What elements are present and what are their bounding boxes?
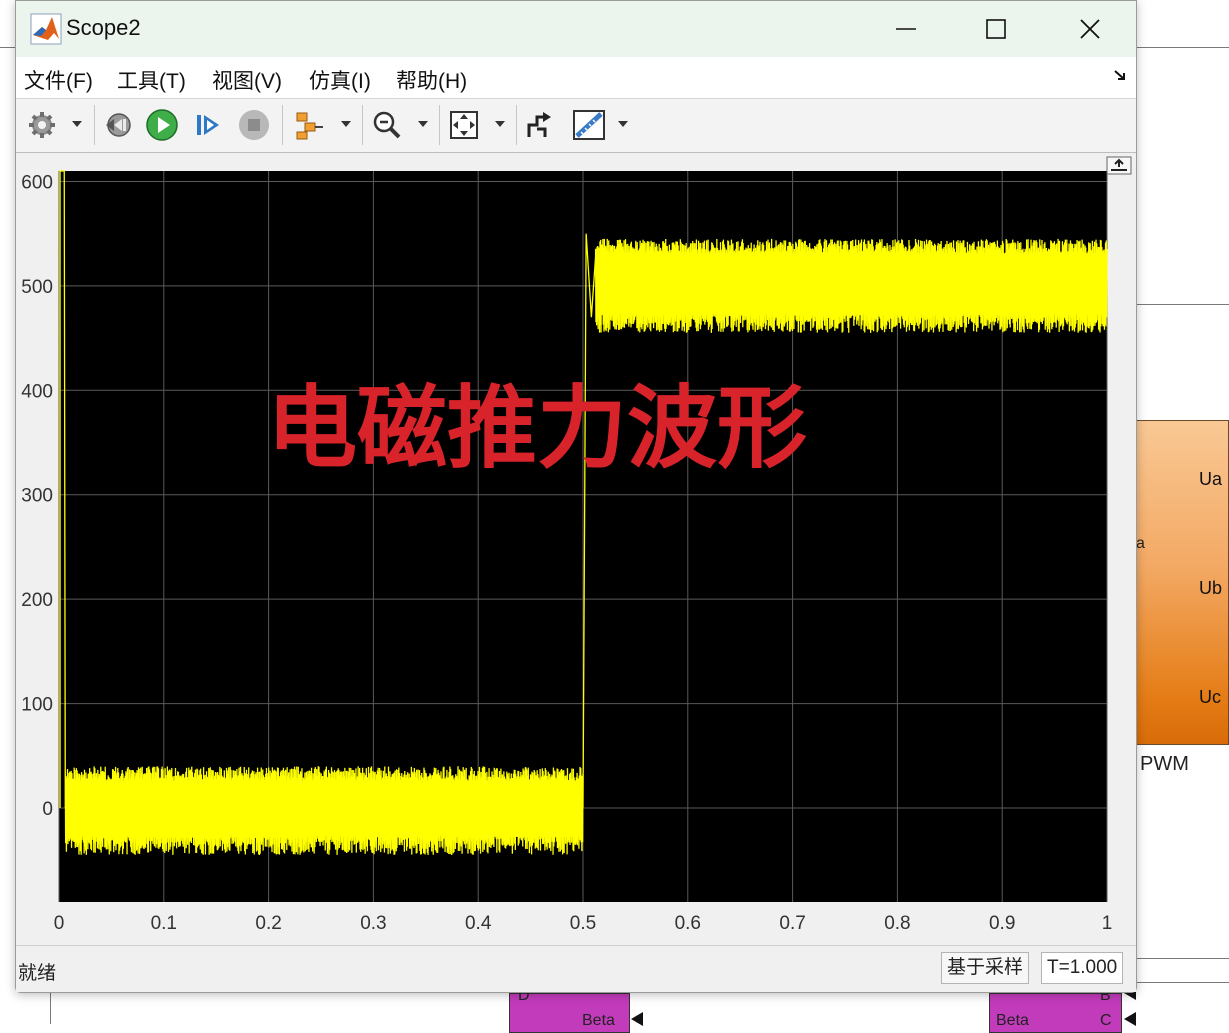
highlight-icon	[527, 112, 551, 137]
y-tick-label: 500	[21, 277, 53, 298]
stop-button[interactable]	[236, 107, 272, 143]
minimize-button[interactable]	[876, 7, 936, 51]
x-tick-label: 0.7	[779, 913, 805, 934]
toolbar-separator	[94, 105, 95, 145]
menu-simulation[interactable]: 仿真(I)	[309, 65, 371, 95]
toolbar	[16, 99, 1136, 153]
x-tick-label: 0.5	[570, 913, 596, 934]
toolbar-separator	[362, 105, 363, 145]
autoscale-button[interactable]	[446, 107, 482, 143]
scope-chart[interactable]: 0 0.1 0.2 0.3 0.4 0.5 0.6 0.7 0.8 0.9 1 600 500 400 30…	[16, 153, 1136, 945]
zoom-icon	[373, 111, 401, 139]
chevron-down-icon	[618, 121, 628, 127]
x-tick-label: 0.2	[255, 913, 281, 934]
menu-bar: 文件(F) 工具(T) 视图(V) 仿真(I) 帮助(H)	[16, 57, 1136, 99]
port-label-ua: Ua	[1199, 469, 1223, 489]
x-tick-label: 1	[1102, 913, 1113, 934]
title-bar[interactable]: Scope2	[16, 1, 1136, 57]
background-line	[1136, 958, 1229, 959]
measure-button[interactable]	[571, 107, 607, 143]
status-ready-text: 就绪	[18, 963, 57, 984]
block-port-label: C	[1100, 1012, 1112, 1029]
menu-file[interactable]: 文件(F)	[24, 65, 93, 95]
measure-dropdown[interactable]	[617, 119, 629, 129]
block-port-label: Beta	[996, 1012, 1029, 1029]
toolbar-separator	[282, 105, 283, 145]
zoom-dropdown[interactable]	[417, 119, 429, 129]
x-tick-label: 0.3	[360, 913, 386, 934]
y-tick-label: 100	[21, 695, 53, 716]
chevron-down-icon	[72, 121, 82, 127]
autoscale-dropdown[interactable]	[494, 119, 506, 129]
maximize-icon	[986, 19, 1006, 39]
menu-tools[interactable]: 工具(T)	[117, 65, 186, 95]
block-port-label: Beta	[582, 1012, 615, 1029]
scope-window: Scope2 文件(F) 工具(T) 视图(V) 仿真(I) 帮助(H) 0 0…	[15, 0, 1137, 993]
y-tick-label: 300	[21, 486, 53, 507]
maximize-button[interactable]	[966, 7, 1026, 51]
signal-select-icon	[296, 112, 323, 140]
step-forward-icon	[197, 115, 219, 135]
run-button[interactable]	[144, 107, 180, 143]
background-line	[1136, 304, 1229, 305]
toolbar-separator	[439, 105, 440, 145]
y-tick-label: 200	[21, 590, 53, 611]
menu-view[interactable]: 视图(V)	[212, 65, 282, 95]
y-tick-label: 0	[42, 799, 53, 820]
port-label-ub: Ub	[1199, 578, 1223, 598]
y-tick-label: 600	[21, 172, 53, 193]
toolbar-separator	[516, 105, 517, 145]
background-line	[50, 993, 51, 1024]
chevron-down-icon	[341, 121, 351, 127]
minimize-icon	[896, 28, 916, 30]
matlab-icon	[30, 13, 62, 45]
background-line	[1136, 982, 1229, 983]
x-tick-label: 0.8	[884, 913, 910, 934]
purple-block-right[interactable]: B Beta C	[989, 987, 1122, 1033]
menu-help[interactable]: 帮助(H)	[396, 65, 467, 95]
configuration-dropdown[interactable]	[71, 119, 83, 129]
x-tick-label: 0.6	[675, 913, 701, 934]
window-title: Scope2	[66, 15, 141, 40]
background-line-top	[1136, 47, 1229, 48]
y-tick-label: 400	[21, 381, 53, 402]
signal-select-dropdown[interactable]	[340, 119, 352, 129]
configuration-button[interactable]	[24, 107, 60, 143]
x-tick-label: 0.1	[151, 913, 177, 934]
step-forward-button[interactable]	[190, 107, 226, 143]
purple-block-left[interactable]: D Beta	[509, 987, 630, 1033]
x-tick-label: 0	[54, 913, 65, 934]
undock-arrow-icon[interactable]	[1112, 67, 1128, 83]
signal-select-button[interactable]	[292, 107, 328, 143]
close-icon	[1080, 19, 1100, 39]
pwm-label: PWM	[1140, 753, 1189, 775]
x-tick-label: 0.4	[465, 913, 492, 934]
sim-time-indicator: T=1.000	[1041, 952, 1124, 984]
run-icon	[146, 109, 178, 141]
highlight-button[interactable]	[521, 107, 557, 143]
plot-area: 0 0.1 0.2 0.3 0.4 0.5 0.6 0.7 0.8 0.9 1 600 500 400 30…	[16, 153, 1136, 945]
overlay-caption: 电磁推力波形	[267, 376, 807, 481]
step-back-icon	[106, 113, 131, 137]
restore-axes-button[interactable]	[1106, 156, 1132, 175]
fragment-label: a	[1136, 535, 1145, 552]
measure-icon	[573, 110, 605, 140]
x-tick-label: 0.9	[989, 913, 1015, 934]
chevron-down-icon	[418, 121, 428, 127]
zoom-button[interactable]	[369, 107, 405, 143]
svpwm-block[interactable]: Ua Ub Uc	[1136, 420, 1229, 745]
autoscale-icon	[450, 111, 478, 139]
sample-based-indicator: 基于采样	[941, 952, 1030, 984]
chevron-down-icon	[495, 121, 505, 127]
stop-icon	[239, 110, 269, 140]
port-label-uc: Uc	[1199, 687, 1221, 707]
gear-icon	[29, 112, 55, 138]
close-button[interactable]	[1060, 7, 1120, 51]
step-back-button[interactable]	[100, 107, 136, 143]
status-bar: 就绪 基于采样 T=1.000	[16, 945, 1136, 992]
background-line	[0, 47, 15, 48]
